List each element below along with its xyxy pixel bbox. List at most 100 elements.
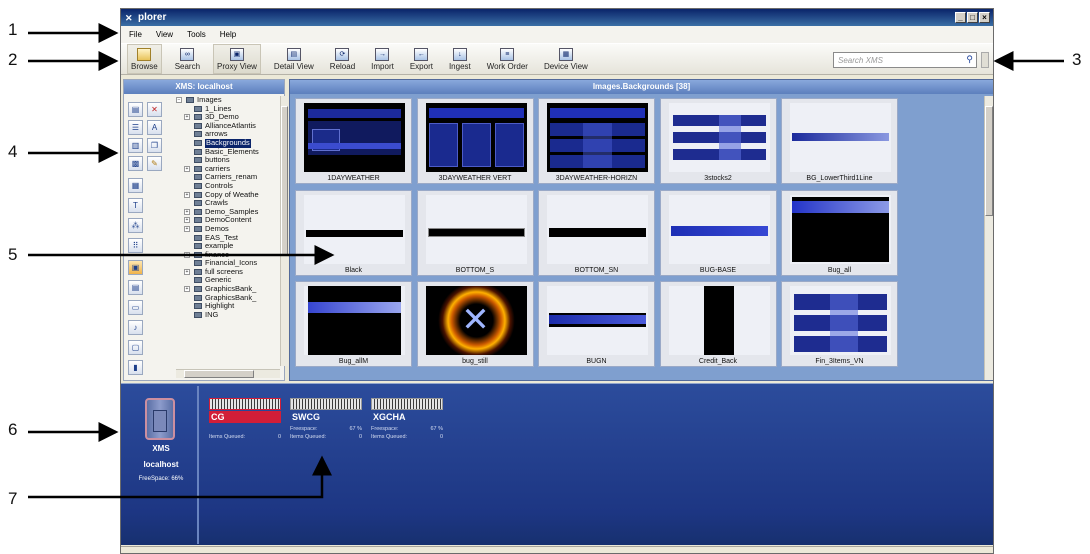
title-bar[interactable]: ✕ plorer _ □ ×	[121, 9, 993, 26]
tree-horizontal-scrollbar[interactable]	[176, 369, 280, 378]
device-items-queued-value: 0	[358, 434, 362, 440]
image-thumbnail-tile[interactable]: ✕ bug_still	[416, 281, 534, 367]
import-button[interactable]: → Import	[368, 44, 397, 74]
tree-vertical-scrollbar[interactable]	[280, 96, 288, 366]
delete-icon[interactable]: ✕	[147, 102, 162, 117]
menu-tools[interactable]: Tools	[187, 30, 206, 39]
folder-icon	[194, 251, 202, 258]
asset-vertical-scrollbar[interactable]	[984, 96, 993, 380]
list-icon[interactable]: ☰	[128, 120, 143, 135]
tree-folder[interactable]: Highlight	[176, 302, 279, 311]
maximize-button[interactable]: □	[967, 12, 978, 23]
thumbnail-caption: 3DAYWEATHER VERT	[438, 175, 512, 182]
expand-icon[interactable]: +	[184, 114, 190, 121]
template-icon[interactable]: T	[128, 198, 143, 213]
toolbar-grip[interactable]	[981, 52, 989, 68]
expand-icon[interactable]: +	[184, 191, 190, 198]
device-items-queued-label: Items Queued:	[290, 434, 327, 440]
work-order-label: Work Order	[486, 61, 528, 71]
export-label: Export	[409, 61, 433, 71]
xms-server-card[interactable]: XMS localhost FreeSpace: 66%	[123, 386, 199, 544]
folder-icon	[194, 131, 202, 138]
image-thumbnail-tile[interactable]: Fin_3Items_VN	[781, 281, 898, 367]
thumbnail-caption: BG_LowerThird1Line	[806, 175, 873, 182]
tree-folder[interactable]: ING	[176, 310, 279, 320]
reload-button[interactable]: ⟳ Reload	[327, 44, 358, 74]
video-icon[interactable]: ▤	[128, 280, 143, 295]
image-thumbnail-tile[interactable]: Bug_allM	[295, 281, 412, 367]
thumbnail-caption: BUGN	[586, 358, 607, 365]
folder-icon	[137, 47, 152, 61]
expand-icon[interactable]: +	[184, 208, 190, 215]
search-button[interactable]: ∞ Search	[172, 44, 203, 74]
tree-vscroll-thumb[interactable]	[281, 106, 288, 256]
image-icon[interactable]: ▩	[128, 156, 143, 171]
image-thumbnail-tile[interactable]: 3DAYWEATHER-HORIZN	[538, 98, 655, 184]
detail-view-button[interactable]: ▤ Detail View	[271, 44, 317, 74]
work-order-button[interactable]: ≡ Work Order	[484, 44, 531, 74]
expand-icon[interactable]: +	[184, 286, 190, 293]
thumbnail-image: ✕	[425, 286, 527, 355]
device-items-queued-value: 0	[439, 434, 443, 440]
browse-button[interactable]: Browse	[127, 44, 162, 74]
folder-icon	[194, 139, 202, 146]
image-thumbnail-tile[interactable]: BUGN	[538, 281, 655, 367]
folder-tree: − Images 1_Lines +3D_Demo AllianceAtlantis ar…	[176, 96, 279, 366]
device-card[interactable]: XGCHA Freespace: 67 % Items Queued: 0	[371, 398, 447, 454]
image-thumbnail-tile[interactable]: BOTTOM_SN	[538, 189, 655, 276]
thumbnail-graphic	[427, 227, 525, 237]
thumbnail-image	[547, 286, 648, 355]
image-thumbnail-tile[interactable]: BUG-BASE	[659, 189, 777, 276]
export-button[interactable]: ← Export	[407, 44, 436, 74]
image-thumbnail-tile[interactable]: Credit_Back	[659, 281, 777, 367]
chart-icon[interactable]: ▮	[128, 360, 143, 375]
search-icon[interactable]: ⚲	[966, 54, 973, 65]
minimize-button[interactable]: _	[955, 12, 966, 23]
expand-icon[interactable]: +	[184, 225, 190, 232]
search-input[interactable]: Search XMS	[833, 52, 977, 68]
library-panel: XMS: localhost ▤ ✕ ☰ A ▥ ❐ ▩ ✎ ▦ T ⁂ ⠿ ▣…	[123, 79, 288, 381]
menu-view[interactable]: View	[156, 30, 173, 39]
device-freespace: Freespace: 67 %	[290, 426, 362, 432]
collapse-icon[interactable]: −	[176, 97, 182, 103]
asset-vscroll-thumb[interactable]	[985, 106, 993, 216]
pencil-icon[interactable]: ✎	[147, 156, 162, 171]
copy-icon[interactable]: ❐	[147, 138, 162, 153]
image-thumbnail-tile[interactable]: Black	[295, 189, 412, 276]
device-card[interactable]: CG Items Queued: 0	[209, 398, 285, 454]
network-icon[interactable]: ⁂	[128, 218, 143, 233]
expand-icon[interactable]: +	[184, 268, 190, 275]
menu-file[interactable]: File	[129, 30, 142, 39]
folder-icon	[186, 97, 194, 103]
image-thumbnail-tile[interactable]: BOTTOM_S	[416, 189, 534, 276]
save-icon[interactable]: ▤	[128, 102, 143, 117]
image-thumbnail-tile[interactable]: BG_LowerThird1Line	[781, 98, 898, 184]
device-view-button[interactable]: ▦ Device View	[541, 44, 591, 74]
image-thumbnail-tile[interactable]: Bug_all	[781, 189, 898, 276]
proxy-view-button[interactable]: ▣ Proxy View	[213, 44, 261, 74]
film-icon[interactable]: ▭	[128, 300, 143, 315]
thumbnail-image	[425, 103, 527, 172]
image-thumbnail-tile[interactable]: 1DAYWEATHER	[295, 98, 412, 184]
rack-device-icon	[371, 398, 443, 410]
binoculars-icon: ∞	[180, 47, 195, 61]
menu-help[interactable]: Help	[220, 30, 236, 39]
device-name: CG	[209, 411, 281, 423]
grid-icon[interactable]: ▦	[128, 178, 143, 193]
close-button[interactable]: ×	[979, 12, 990, 23]
expand-icon[interactable]: +	[184, 251, 190, 258]
expand-icon[interactable]: +	[184, 165, 190, 172]
tree-hscroll-thumb[interactable]	[184, 370, 254, 378]
ingest-button[interactable]: ↓ Ingest	[446, 44, 474, 74]
text-icon[interactable]: A	[147, 120, 162, 135]
image-thumbnail-tile[interactable]: 3DAYWEATHER VERT	[416, 98, 534, 184]
images-category-icon[interactable]: ▣	[128, 260, 143, 275]
expand-icon[interactable]: +	[184, 217, 190, 224]
page-icon[interactable]: ▥	[128, 138, 143, 153]
monitor-icon[interactable]: ▢	[128, 340, 143, 355]
dots-icon[interactable]: ⠿	[128, 238, 143, 253]
image-thumbnail-tile[interactable]: 3stocks2	[659, 98, 777, 184]
audio-icon[interactable]: ♪	[128, 320, 143, 335]
device-card[interactable]: SWCG Freespace: 67 % Items Queued: 0	[290, 398, 366, 454]
thumbnail-graphic	[428, 123, 458, 167]
